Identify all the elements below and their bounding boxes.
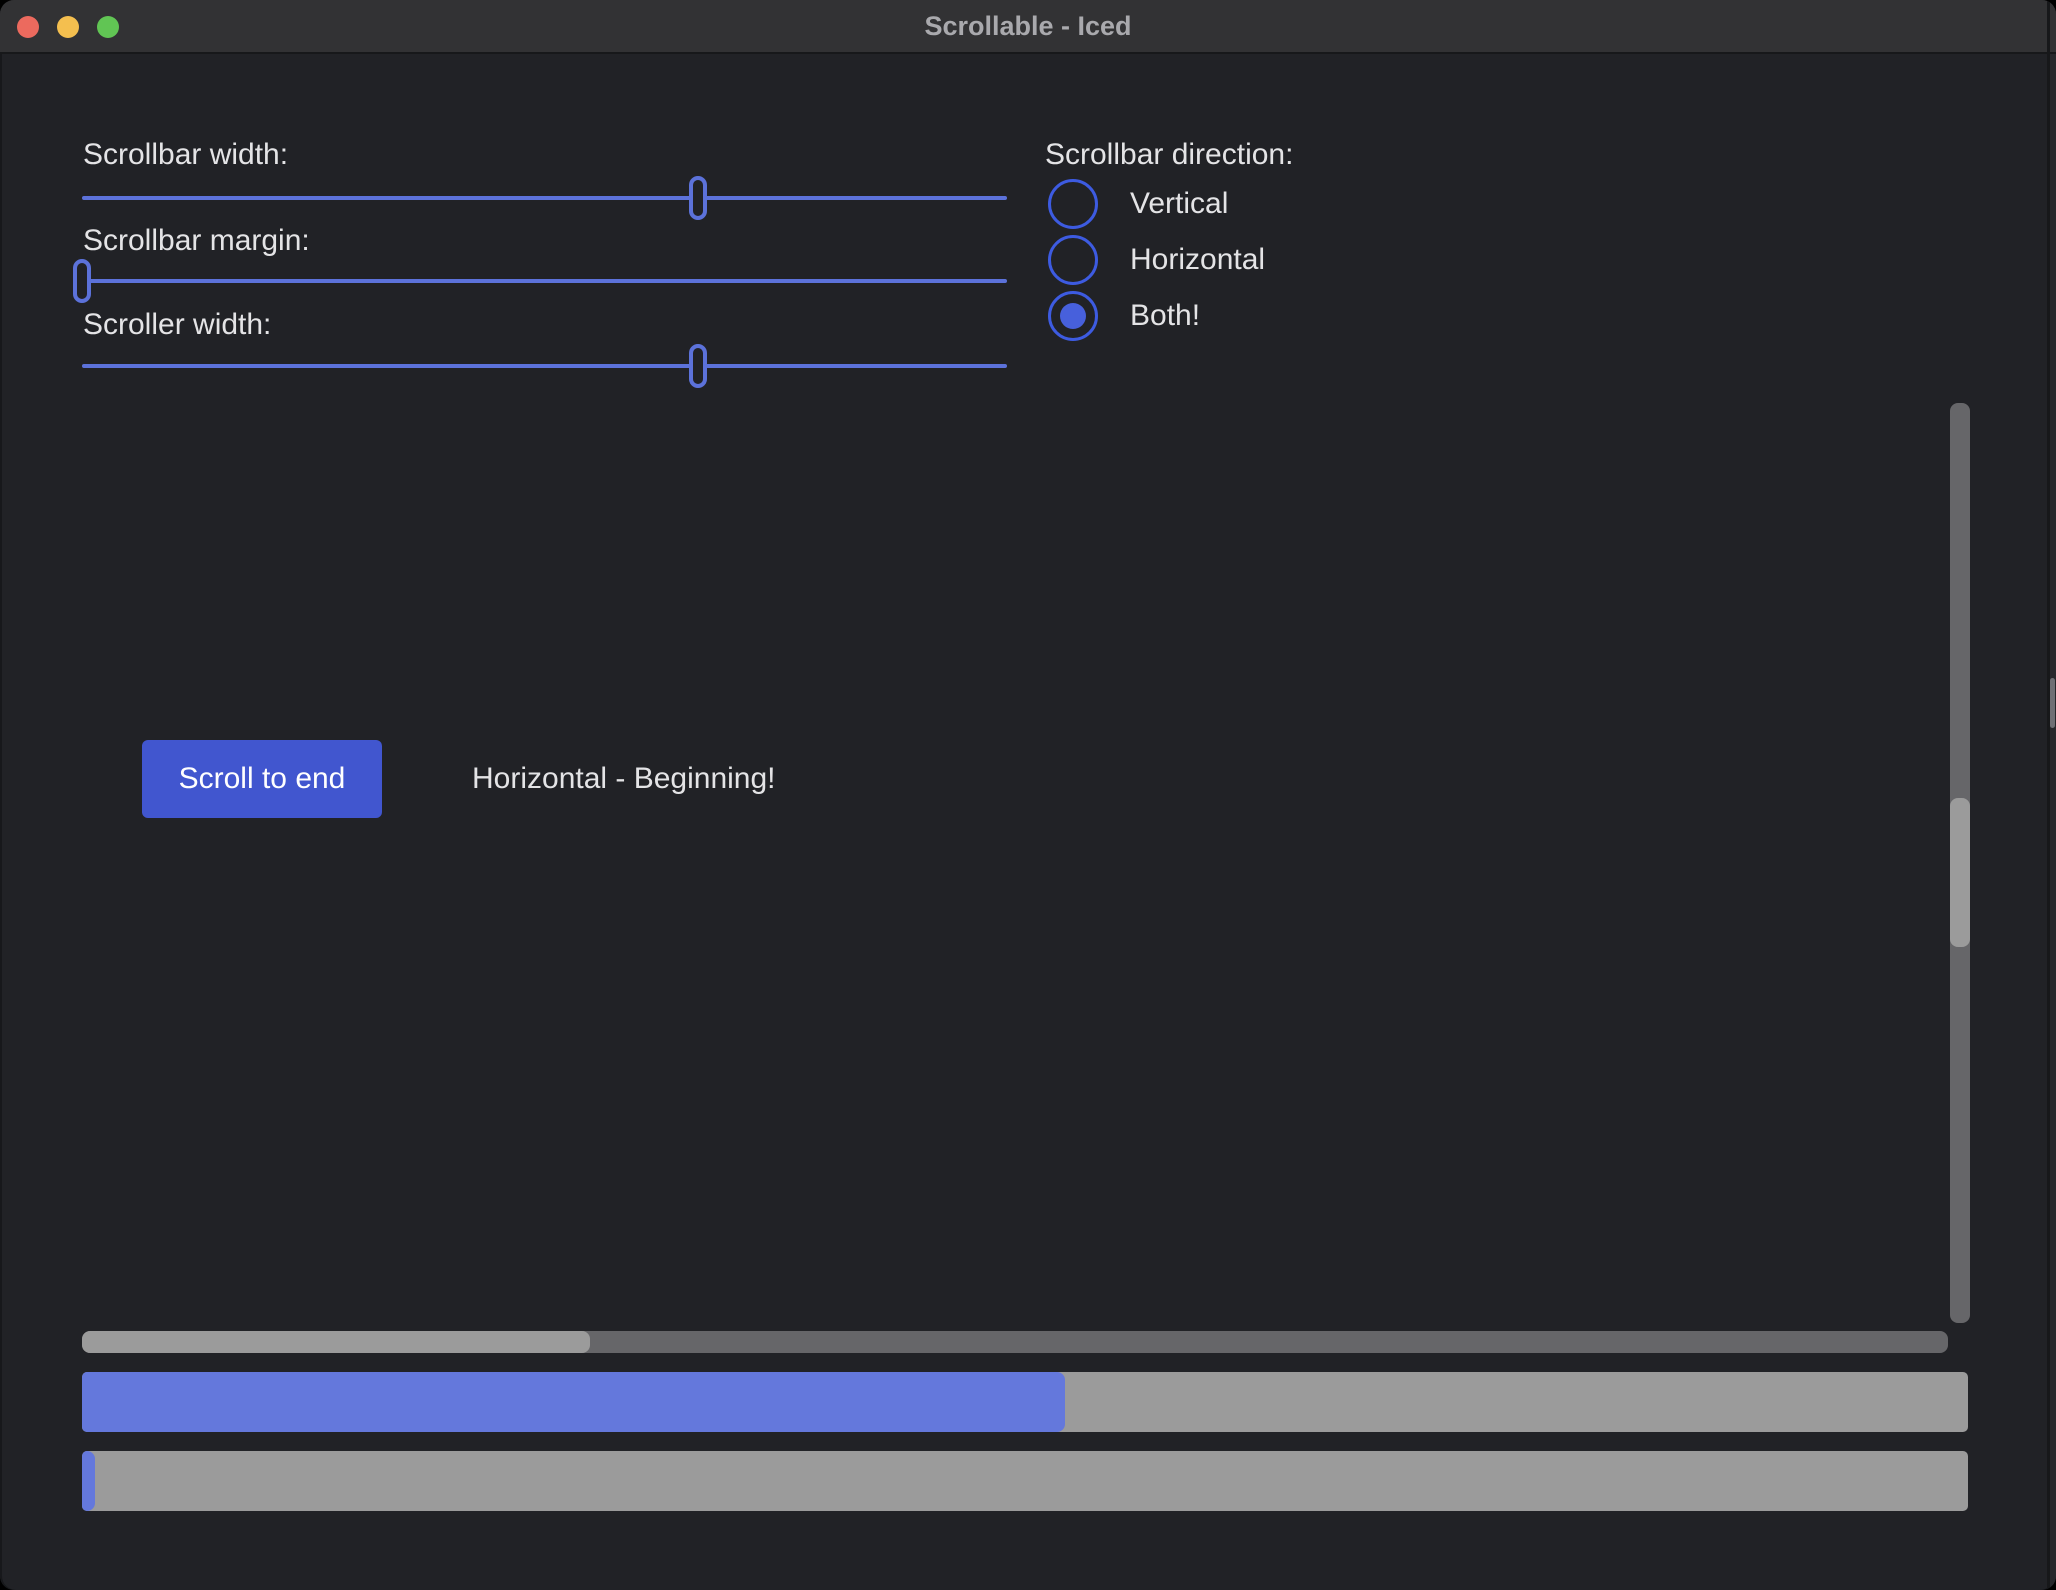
slider-rail	[82, 279, 1007, 283]
scrollbar-direction-label: Scrollbar direction:	[1045, 138, 1293, 172]
outer-scrollbar-track[interactable]	[2050, 54, 2056, 1590]
radio-option-both[interactable]: Both!	[1048, 288, 1200, 344]
scroll-status-text: Horizontal - Beginning!	[472, 762, 776, 796]
scrollbar-width-label: Scrollbar width:	[83, 138, 288, 172]
progress-fill	[82, 1372, 1065, 1432]
slider-rail	[82, 364, 1007, 368]
scrollbar-width-slider[interactable]	[82, 176, 1007, 220]
vertical-scrollbar-thumb[interactable]	[1950, 798, 1970, 947]
radio-dot	[1060, 303, 1086, 329]
slider-handle[interactable]	[689, 344, 707, 388]
window-title: Scrollable - Iced	[0, 0, 2056, 54]
radio-option-vertical[interactable]: Vertical	[1048, 176, 1228, 232]
vertical-scrollbar-track[interactable]	[1950, 403, 1970, 1323]
titlebar[interactable]: Scrollable - Iced	[0, 0, 2056, 54]
slider-handle[interactable]	[73, 259, 91, 303]
app-window: Scrollable - Iced Scrollbar width: Scrol…	[0, 0, 2056, 1590]
scrollbar-margin-label: Scrollbar margin:	[83, 224, 310, 258]
radio-label[interactable]: Horizontal	[1130, 243, 1265, 277]
radio-option-horizontal[interactable]: Horizontal	[1048, 232, 1265, 288]
horizontal-scrollbar-thumb[interactable]	[82, 1331, 590, 1353]
scroll-to-end-button[interactable]: Scroll to end	[142, 740, 382, 818]
slider-rail	[82, 196, 1007, 200]
radio-circle[interactable]	[1048, 291, 1098, 341]
outer-scrollbar-thumb[interactable]	[2050, 678, 2055, 728]
radio-circle[interactable]	[1048, 179, 1098, 229]
x-progress-bar	[82, 1372, 1968, 1432]
horizontal-scrollbar-track[interactable]	[82, 1331, 1948, 1353]
scroller-width-slider[interactable]	[82, 344, 1007, 388]
slider-handle[interactable]	[689, 176, 707, 220]
radio-circle[interactable]	[1048, 235, 1098, 285]
scrollbar-margin-slider[interactable]	[82, 259, 1007, 303]
progress-fill	[82, 1451, 95, 1511]
radio-label[interactable]: Both!	[1130, 299, 1200, 333]
scroller-width-label: Scroller width:	[83, 308, 271, 342]
y-progress-bar	[82, 1451, 1968, 1511]
radio-label[interactable]: Vertical	[1130, 187, 1228, 221]
